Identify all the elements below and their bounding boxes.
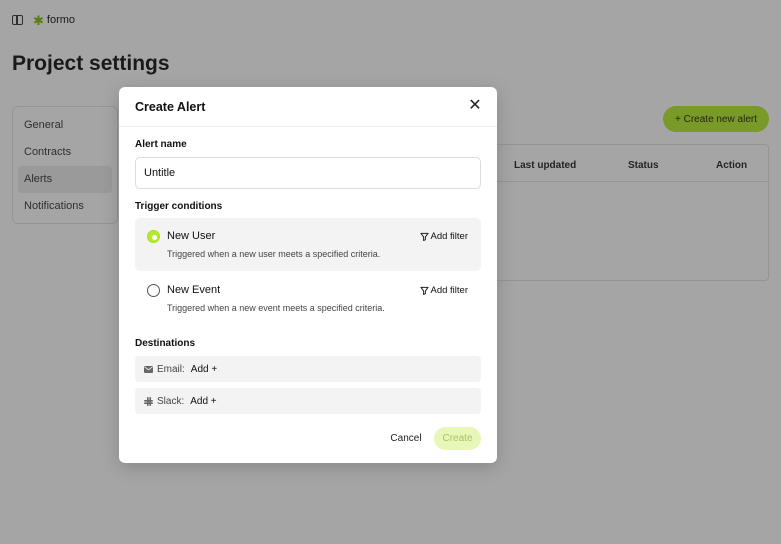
alert-name-input[interactable] bbox=[135, 157, 481, 189]
trigger-title: New Event bbox=[167, 284, 221, 296]
trigger-description: Triggered when a new user meets a specif… bbox=[167, 249, 381, 259]
trigger-option-new-user[interactable]: New User Add filter Triggered when a new… bbox=[135, 218, 481, 271]
close-icon[interactable]: ✕ bbox=[467, 98, 483, 114]
destinations-label: Destinations bbox=[135, 338, 196, 349]
cancel-button[interactable]: Cancel bbox=[385, 428, 427, 448]
alert-name-label: Alert name bbox=[135, 139, 187, 150]
filter-icon bbox=[419, 286, 429, 295]
radio-selected[interactable] bbox=[147, 230, 160, 243]
trigger-option-new-event[interactable]: New Event Add filter Triggered when a ne… bbox=[135, 272, 481, 325]
create-alert-modal: Create Alert ✕ Alert name Trigger condit… bbox=[119, 87, 497, 463]
trigger-conditions-label: Trigger conditions bbox=[135, 201, 223, 212]
add-filter-label: Add filter bbox=[430, 285, 469, 296]
add-filter-button[interactable]: Add filter bbox=[419, 285, 469, 296]
trigger-title: New User bbox=[167, 230, 216, 242]
destination-name: Slack: bbox=[157, 395, 185, 407]
slack-icon bbox=[144, 396, 153, 406]
destination-slack: Slack: Add + bbox=[135, 388, 481, 414]
add-filter-button[interactable]: Add filter bbox=[419, 231, 469, 242]
modal-title: Create Alert bbox=[135, 100, 206, 114]
create-button[interactable]: Create bbox=[434, 427, 481, 450]
add-filter-label: Add filter bbox=[430, 231, 469, 242]
filter-icon bbox=[419, 232, 429, 241]
mail-icon bbox=[144, 365, 153, 373]
add-email-button[interactable]: Add + bbox=[191, 364, 217, 375]
destination-name: Email: bbox=[157, 363, 185, 375]
add-slack-button[interactable]: Add + bbox=[190, 396, 216, 407]
destination-email: Email: Add + bbox=[135, 356, 481, 382]
modal-header: Create Alert ✕ bbox=[119, 87, 497, 127]
radio-unselected[interactable] bbox=[147, 284, 160, 297]
trigger-description: Triggered when a new event meets a speci… bbox=[167, 303, 385, 313]
